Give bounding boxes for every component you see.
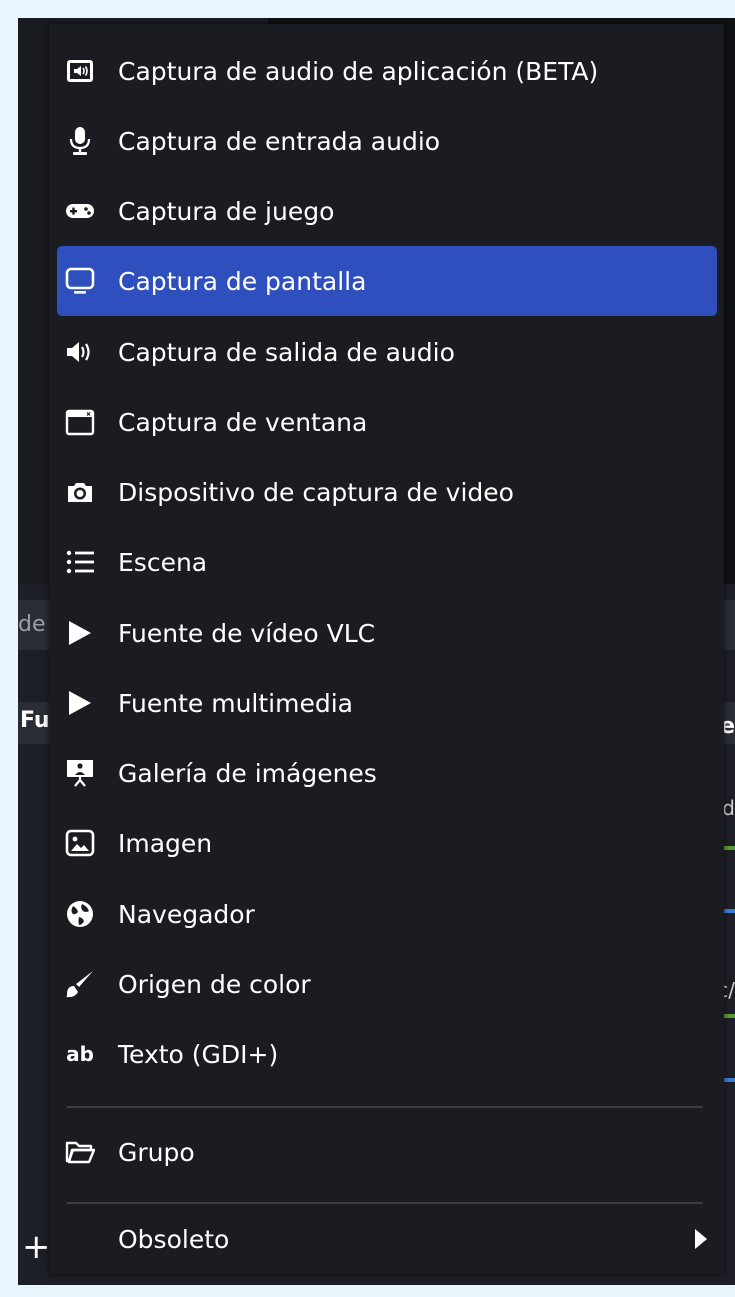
menu-item-label: Imagen bbox=[118, 828, 213, 858]
menu-item-label: Galería de imágenes bbox=[118, 758, 377, 788]
menu-item-label: Obsoleto bbox=[118, 1224, 230, 1254]
menu-item-display-capture[interactable]: Captura de pantalla bbox=[57, 246, 717, 316]
menu-item-deprecated[interactable]: Obsoleto bbox=[57, 1204, 717, 1274]
menu-item-label: Captura de salida de audio bbox=[118, 337, 455, 367]
menu-item-label: Grupo bbox=[118, 1137, 195, 1167]
menu-item-media-source[interactable]: Fuente multimedia bbox=[57, 668, 717, 738]
menu-item-label: Captura de ventana bbox=[118, 407, 368, 437]
slideshow-icon bbox=[65, 758, 95, 788]
menu-item-text-gdi[interactable]: ab Texto (GDI+) bbox=[57, 1019, 717, 1089]
menu-item-label: Fuente multimedia bbox=[118, 688, 353, 718]
text-icon: ab bbox=[66, 1042, 94, 1066]
menu-item-app-audio-capture[interactable]: Captura de audio de aplicación (BETA) bbox=[57, 36, 717, 106]
scene-filter-text: de bbox=[18, 612, 46, 637]
menu-item-label: Captura de pantalla bbox=[118, 266, 367, 296]
menu-item-vlc-video-source[interactable]: Fuente de vídeo VLC bbox=[57, 598, 717, 668]
menu-item-label: Escena bbox=[118, 547, 208, 577]
globe-icon bbox=[65, 899, 95, 929]
play-icon bbox=[65, 618, 95, 648]
menu-item-game-capture[interactable]: Captura de juego bbox=[57, 176, 717, 246]
mixer-channel-label-1: d bbox=[722, 796, 735, 820]
sources-dock-title: Fu bbox=[20, 708, 50, 733]
menu-item-label: Origen de color bbox=[118, 969, 311, 999]
menu-item-label: Texto (GDI+) bbox=[118, 1039, 279, 1069]
menu-item-color-source[interactable]: Origen de color bbox=[57, 949, 717, 1019]
play-icon bbox=[65, 688, 95, 718]
menu-item-audio-input-capture[interactable]: Captura de entrada audio bbox=[57, 106, 717, 176]
speaker-icon bbox=[65, 337, 95, 367]
submenu-arrow-icon bbox=[695, 1229, 707, 1249]
menu-separator bbox=[67, 1106, 703, 1108]
menu-item-video-capture-device[interactable]: Dispositivo de captura de video bbox=[57, 457, 717, 527]
menu-item-group[interactable]: Grupo bbox=[57, 1117, 717, 1187]
menu-item-label: Navegador bbox=[118, 899, 255, 929]
add-source-button[interactable]: + bbox=[22, 1230, 52, 1264]
menu-item-label: Captura de juego bbox=[118, 196, 335, 226]
monitor-icon bbox=[65, 266, 95, 296]
menu-item-window-capture[interactable]: Captura de ventana bbox=[57, 387, 717, 457]
add-source-context-menu: Captura de audio de aplicación (BETA) Ca… bbox=[49, 24, 724, 1274]
camera-icon bbox=[65, 477, 95, 507]
menu-item-image-slideshow[interactable]: Galería de imágenes bbox=[57, 738, 717, 808]
list-icon bbox=[65, 547, 95, 577]
menu-item-scene[interactable]: Escena bbox=[57, 527, 717, 597]
window-icon bbox=[65, 407, 95, 437]
menu-item-label: Captura de audio de aplicación (BETA) bbox=[118, 56, 599, 86]
menu-item-label: Dispositivo de captura de video bbox=[118, 477, 514, 507]
microphone-icon bbox=[65, 126, 95, 156]
gamepad-icon bbox=[65, 196, 95, 226]
menu-item-audio-output-capture[interactable]: Captura de salida de audio bbox=[57, 317, 717, 387]
folder-icon bbox=[65, 1137, 95, 1167]
app-audio-icon bbox=[65, 56, 95, 86]
brush-icon bbox=[65, 969, 95, 999]
image-icon bbox=[65, 828, 95, 858]
menu-item-browser[interactable]: Navegador bbox=[57, 879, 717, 949]
menu-item-label: Fuente de vídeo VLC bbox=[118, 618, 376, 648]
menu-item-label: Captura de entrada audio bbox=[118, 126, 441, 156]
menu-item-image[interactable]: Imagen bbox=[57, 808, 717, 878]
